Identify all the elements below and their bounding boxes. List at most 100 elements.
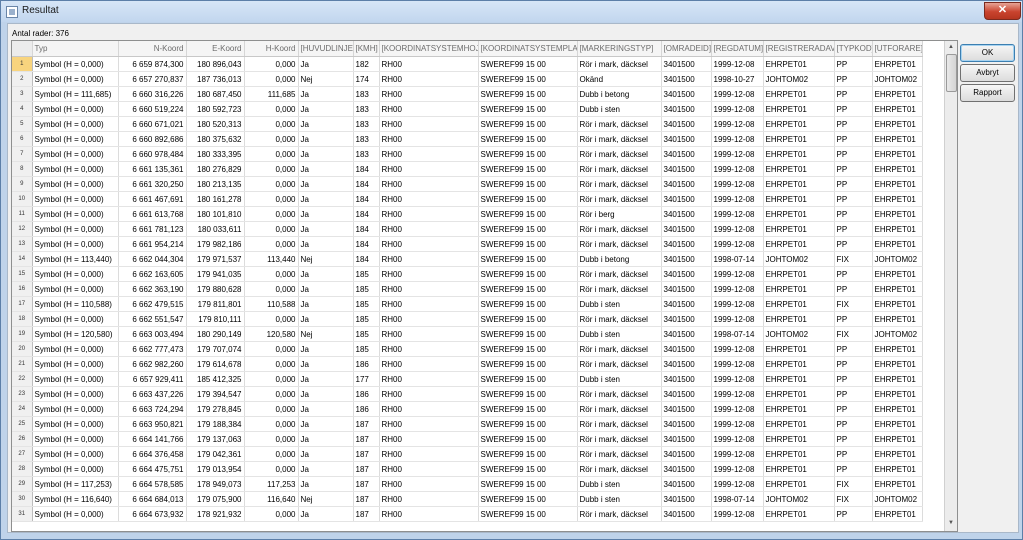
row-number[interactable]: 2 (12, 71, 33, 87)
column-header[interactable]: E-Koord (186, 41, 245, 57)
table-row[interactable]: 22 Symbol (H = 0,000) 6 657 929,411 185 412… (12, 371, 923, 387)
table-row[interactable]: 20 Symbol (H = 0,000) 6 662 777,473 179 707… (12, 341, 923, 357)
row-number[interactable]: 20 (12, 341, 33, 357)
table-row[interactable]: 10 Symbol (H = 0,000) 6 661 467,691 180 161… (12, 191, 923, 207)
table-row[interactable]: 28 Symbol (H = 0,000) 6 664 475,751 179 013… (12, 461, 923, 477)
report-button[interactable]: Rapport (960, 84, 1015, 102)
table-cell: Symbol (H = 0,000) (32, 131, 119, 147)
column-header[interactable]: [TYPKOD] (834, 41, 873, 57)
row-number[interactable]: 29 (12, 476, 33, 492)
table-row[interactable]: 9 Symbol (H = 0,000) 6 661 320,250 180 213,… (12, 176, 923, 192)
row-number[interactable]: 30 (12, 491, 33, 507)
table-row[interactable]: 19 Symbol (H = 120,580) 6 663 003,494 180 2… (12, 326, 923, 342)
column-header[interactable]: Typ (32, 41, 119, 57)
table-row[interactable]: 16 Symbol (H = 0,000) 6 662 363,190 179 880… (12, 281, 923, 297)
ok-button[interactable]: OK (960, 44, 1015, 62)
column-header[interactable]: [HUVUDLINJE] (298, 41, 354, 57)
table-cell: Dubb i sten (577, 491, 662, 507)
column-header[interactable]: [KOORDINATSYSTEMPLAN] (478, 41, 578, 57)
row-number[interactable]: 31 (12, 506, 33, 522)
table-row[interactable]: 5 Symbol (H = 0,000) 6 660 671,021 180 520,… (12, 116, 923, 132)
row-number[interactable]: 18 (12, 311, 33, 327)
table-row[interactable]: 21 Symbol (H = 0,000) 6 662 982,260 179 614… (12, 356, 923, 372)
row-number[interactable]: 7 (12, 146, 33, 162)
result-grid[interactable]: Typ N-Koord E-Koord H-Koord [HUVUDLINJE] [KMH… (11, 40, 958, 532)
column-header[interactable]: [UTFORARE] (872, 41, 923, 57)
table-row[interactable]: 15 Symbol (H = 0,000) 6 662 163,605 179 941… (12, 266, 923, 282)
table-cell: SWEREF99 15 00 (478, 176, 578, 192)
title-bar[interactable]: Resultat ✕ (1, 1, 1022, 22)
row-number[interactable]: 24 (12, 401, 33, 417)
table-row[interactable]: 17 Symbol (H = 110,588) 6 662 479,515 179 8… (12, 296, 923, 312)
vertical-scrollbar[interactable]: ▲ ▼ (944, 41, 957, 531)
row-number[interactable]: 26 (12, 431, 33, 447)
table-row[interactable]: 12 Symbol (H = 0,000) 6 661 781,123 180 033… (12, 221, 923, 237)
row-number[interactable]: 5 (12, 116, 33, 132)
row-number[interactable]: 9 (12, 176, 33, 192)
column-header[interactable]: H-Koord (244, 41, 299, 57)
table-row[interactable]: 13 Symbol (H = 0,000) 6 661 954,214 179 982… (12, 236, 923, 252)
table-cell: 116,640 (244, 491, 299, 507)
table-cell: 187 (353, 431, 380, 447)
column-header[interactable]: [KMH] (353, 41, 380, 57)
column-header[interactable]: N-Koord (118, 41, 187, 57)
column-header[interactable]: [REGISTRERADAV] (763, 41, 835, 57)
scroll-up-arrow-icon[interactable]: ▲ (945, 41, 957, 53)
table-cell: SWEREF99 15 00 (478, 146, 578, 162)
column-header[interactable]: [MARKERINGSTYP] (577, 41, 662, 57)
table-row[interactable]: 3 Symbol (H = 111,685) 6 660 316,226 180 68… (12, 86, 923, 102)
column-header[interactable]: [KOORDINATSYSTEMHOJD (379, 41, 479, 57)
table-row[interactable]: 14 Symbol (H = 113,440) 6 662 044,304 179 9… (12, 251, 923, 267)
column-header[interactable]: [REGDATUM] (711, 41, 764, 57)
table-cell: Rör i mark, däcksel (577, 116, 662, 132)
table-cell: 179 394,547 (186, 386, 245, 402)
row-number[interactable]: 17 (12, 296, 33, 312)
column-header[interactable]: [OMRADEID] (661, 41, 712, 57)
table-row[interactable]: 24 Symbol (H = 0,000) 6 663 724,294 179 278… (12, 401, 923, 417)
row-number[interactable]: 23 (12, 386, 33, 402)
header-corner[interactable] (12, 41, 33, 57)
table-row[interactable]: 11 Symbol (H = 0,000) 6 661 613,768 180 101… (12, 206, 923, 222)
table-row[interactable]: 30 Symbol (H = 116,640) 6 664 684,013 179 0… (12, 491, 923, 507)
row-number[interactable]: 21 (12, 356, 33, 372)
row-number[interactable]: 19 (12, 326, 33, 342)
table-row[interactable]: 6 Symbol (H = 0,000) 6 660 892,686 180 375,… (12, 131, 923, 147)
table-row[interactable]: 25 Symbol (H = 0,000) 6 663 950,821 179 188… (12, 416, 923, 432)
table-row[interactable]: 31 Symbol (H = 0,000) 6 664 673,932 178 921… (12, 506, 923, 522)
row-number[interactable]: 16 (12, 281, 33, 297)
table-row[interactable]: 18 Symbol (H = 0,000) 6 662 551,547 179 810… (12, 311, 923, 327)
row-number[interactable]: 27 (12, 446, 33, 462)
table-cell: Ja (298, 356, 354, 372)
row-number[interactable]: 25 (12, 416, 33, 432)
table-row[interactable]: 2 Symbol (H = 0,000) 6 657 270,837 187 736,… (12, 71, 923, 87)
row-number[interactable]: 11 (12, 206, 33, 222)
table-cell: Rör i mark, däcksel (577, 191, 662, 207)
row-number[interactable]: 8 (12, 161, 33, 177)
row-number[interactable]: 22 (12, 371, 33, 387)
table-row[interactable]: 4 Symbol (H = 0,000) 6 660 519,224 180 592,… (12, 101, 923, 117)
row-number[interactable]: 10 (12, 191, 33, 207)
table-row[interactable]: 26 Symbol (H = 0,000) 6 664 141,766 179 137… (12, 431, 923, 447)
table-row[interactable]: 29 Symbol (H = 117,253) 6 664 578,585 178 9… (12, 476, 923, 492)
cancel-button[interactable]: Avbryt (960, 64, 1015, 82)
table-row[interactable]: 27 Symbol (H = 0,000) 6 664 376,458 179 042… (12, 446, 923, 462)
close-button[interactable]: ✕ (984, 2, 1021, 20)
row-number[interactable]: 12 (12, 221, 33, 237)
table-row[interactable]: 7 Symbol (H = 0,000) 6 660 978,484 180 333,… (12, 146, 923, 162)
row-number[interactable]: 13 (12, 236, 33, 252)
row-number[interactable]: 6 (12, 131, 33, 147)
scroll-down-arrow-icon[interactable]: ▼ (945, 517, 957, 529)
table-row[interactable]: 1 Symbol (H = 0,000) 6 659 874,300 180 896,… (12, 56, 923, 72)
table-cell: SWEREF99 15 00 (478, 416, 578, 432)
row-number[interactable]: 4 (12, 101, 33, 117)
row-number[interactable]: 1 (12, 56, 33, 72)
row-number[interactable]: 15 (12, 266, 33, 282)
table-row[interactable]: 8 Symbol (H = 0,000) 6 661 135,361 180 276,… (12, 161, 923, 177)
table-cell: JOHTOM02 (872, 491, 923, 507)
scroll-thumb[interactable] (946, 54, 957, 92)
table-cell: 6 662 163,605 (118, 266, 187, 282)
row-number[interactable]: 14 (12, 251, 33, 267)
row-number[interactable]: 28 (12, 461, 33, 477)
row-number[interactable]: 3 (12, 86, 33, 102)
table-row[interactable]: 23 Symbol (H = 0,000) 6 663 437,226 179 394… (12, 386, 923, 402)
